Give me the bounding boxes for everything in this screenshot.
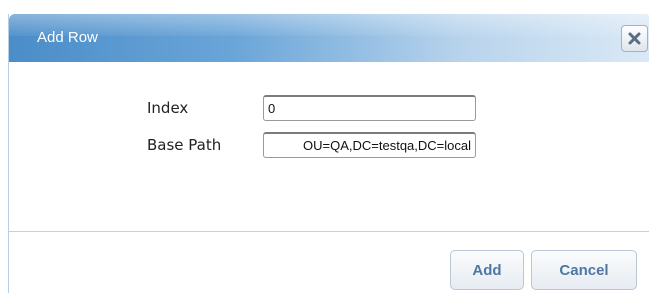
index-label: Index xyxy=(147,99,189,117)
dialog-titlebar[interactable]: Add Row xyxy=(9,14,649,62)
cancel-button[interactable]: Cancel xyxy=(531,250,637,290)
base-path-input[interactable] xyxy=(263,132,476,158)
add-row-dialog: Add Row Index Base Path Add Cancel xyxy=(8,14,649,293)
add-button[interactable]: Add xyxy=(450,250,524,290)
close-x-icon xyxy=(628,32,641,45)
base-path-label: Base Path xyxy=(147,136,222,154)
index-input[interactable] xyxy=(263,95,476,121)
titlebar-gloss xyxy=(9,14,649,36)
footer-divider xyxy=(9,231,649,232)
close-button[interactable] xyxy=(621,25,648,52)
dialog-title: Add Row xyxy=(37,29,98,46)
